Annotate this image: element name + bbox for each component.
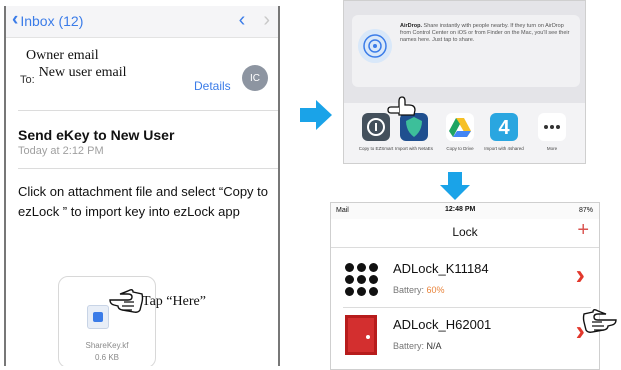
subject-divider — [18, 168, 278, 169]
lock-list-item[interactable]: ADLock_K11184 Battery: 60% › — [339, 255, 599, 303]
airdrop-text: Share instantly with people nearby. If t… — [400, 23, 570, 43]
lock-battery: Battery: 60% — [393, 285, 445, 295]
svg-text:4: 4 — [498, 117, 510, 139]
share-apps-row: Copy to EZSmart Import with NetaEs Copy … — [344, 103, 585, 163]
new-user-email-annotation: New user email — [38, 65, 127, 80]
status-carrier: Mail — [336, 207, 349, 214]
share-sheet: AirDrop. Share instantly with people nea… — [343, 0, 586, 164]
drive-app-icon[interactable] — [446, 113, 474, 141]
share-app-label: Import with NetaEs — [394, 146, 433, 151]
status-time: 12:48 PM — [445, 206, 476, 213]
airdrop-title: AirDrop. — [400, 23, 422, 29]
previous-message-icon[interactable]: ‹ — [239, 9, 246, 32]
more-icon[interactable] — [538, 113, 566, 141]
pointing-hand-icon — [582, 309, 617, 333]
add-lock-button[interactable]: + — [577, 219, 589, 242]
header-divider — [18, 110, 278, 111]
owner-email-annotation: Owner email — [26, 48, 99, 63]
arrow-right-icon — [300, 100, 332, 130]
inbox-back-label: Inbox (12) — [20, 13, 84, 29]
to-label: To: — [20, 74, 35, 86]
tutorial-canvas: ‹ Inbox (12) ‹ › Owner email To: New use… — [0, 0, 621, 370]
email-date: Today at 2:12 PM — [18, 145, 104, 157]
door-icon — [345, 315, 379, 355]
ezlock-app-icon[interactable] — [362, 113, 390, 141]
airdrop-panel[interactable]: AirDrop. Share instantly with people nea… — [352, 15, 580, 87]
page-title: Lock — [452, 225, 478, 239]
attachment-name: ShareKey.kf — [85, 341, 129, 350]
keypad-icon — [345, 259, 379, 299]
share-app-label: More — [546, 146, 558, 151]
file-icon — [87, 305, 109, 329]
battery-value: N/A — [426, 341, 442, 351]
email-subject: Send eKey to New User — [18, 127, 175, 143]
email-body: Click on attachment file and select “Cop… — [18, 184, 269, 219]
recipient-row: To: New user email — [20, 65, 127, 87]
email-navbar: ‹ Inbox (12) ‹ › — [6, 6, 278, 38]
header-divider — [331, 247, 599, 248]
next-message-icon[interactable]: › — [263, 9, 270, 32]
airdrop-description: AirDrop. Share instantly with people nea… — [400, 23, 576, 44]
share-app-label: Copy to EZSmart — [358, 146, 394, 151]
sender-avatar: IC — [242, 65, 268, 91]
battery-value: 60% — [426, 285, 445, 295]
chevron-right-icon[interactable]: › — [576, 261, 585, 289]
battery-label: Battery: — [393, 341, 425, 351]
share-app-label: Copy to Drive — [446, 146, 474, 151]
lock-name: ADLock_H62001 — [393, 317, 492, 332]
inbox-back-button[interactable]: ‹ Inbox (12) — [12, 9, 84, 30]
status-bar: Mail 12:48 PM 87% — [331, 203, 599, 219]
lock-app-screen: Mail 12:48 PM 87% Lock + ADLock_K11184 B… — [330, 202, 600, 370]
airdrop-icon — [358, 29, 392, 63]
message-nav: ‹ › — [239, 9, 270, 32]
chevron-left-icon: ‹ — [12, 9, 19, 30]
tap-here-annotation: Tap “Here” — [142, 294, 206, 309]
status-battery: 87% — [578, 207, 593, 214]
battery-label: Battery: — [393, 285, 425, 295]
arrow-down-icon — [440, 172, 470, 200]
lock-battery: Battery: N/A — [393, 341, 442, 351]
shield-app-icon[interactable] — [400, 113, 428, 141]
details-link[interactable]: Details — [194, 79, 231, 93]
pointing-hand-icon — [387, 96, 416, 116]
list-divider — [343, 307, 591, 308]
4shared-app-icon[interactable]: 4 — [490, 113, 518, 141]
lock-list-item[interactable]: ADLock_H62001 Battery: N/A › — [339, 311, 599, 359]
lock-name: ADLock_K11184 — [393, 261, 489, 276]
attachment-size: 0.6 KB — [94, 353, 119, 362]
share-app-label: Import with 4shared — [484, 146, 524, 151]
pointing-hand-icon — [109, 289, 144, 313]
